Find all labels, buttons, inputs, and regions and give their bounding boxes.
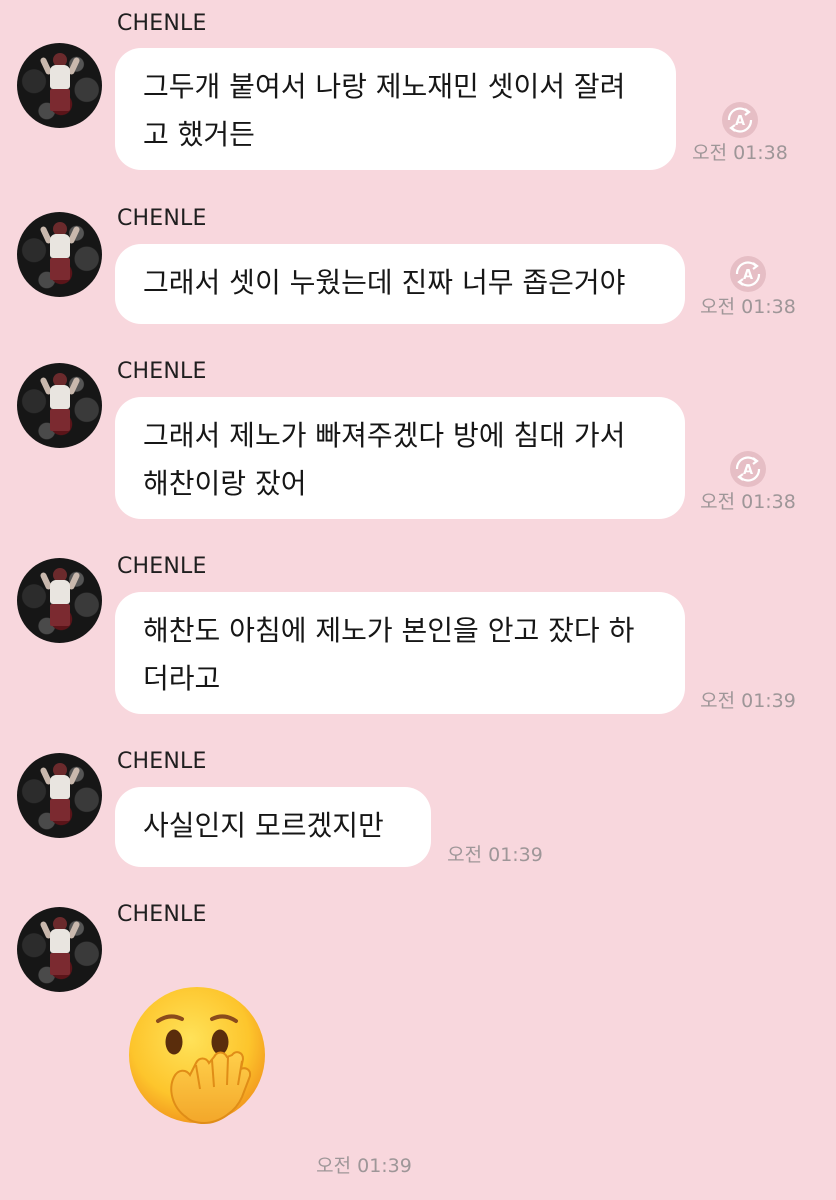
translate-icon[interactable]: A bbox=[728, 449, 768, 489]
sender-name: CHENLE bbox=[117, 902, 207, 927]
message-bubble[interactable]: 그래서 제노가 빠져주겠다 방에 침대 가서 해찬이랑 잤어 bbox=[115, 397, 685, 519]
message-bubble[interactable]: 그래서 셋이 누웠는데 진짜 너무 좁은거야 bbox=[115, 244, 685, 324]
message-meta: 오전 01:39 bbox=[311, 1155, 417, 1177]
message-time: 오전 01:39 bbox=[700, 690, 796, 712]
svg-text:A: A bbox=[743, 463, 753, 478]
message-meta: A 오전 01:38 bbox=[695, 254, 801, 318]
message-bubble[interactable]: 사실인지 모르겠지만 bbox=[115, 787, 431, 867]
svg-text:A: A bbox=[743, 268, 753, 283]
message-time: 오전 01:39 bbox=[447, 844, 543, 866]
avatar[interactable] bbox=[17, 558, 102, 643]
translate-icon[interactable]: A bbox=[728, 254, 768, 294]
message-meta: 오전 01:39 bbox=[695, 690, 801, 712]
sender-name: CHENLE bbox=[117, 359, 207, 384]
chat-room: CHENLE 그두개 붙여서 나랑 제노재민 셋이서 잘려 고 했거든 A 오전… bbox=[0, 0, 836, 1200]
avatar[interactable] bbox=[17, 363, 102, 448]
avatar[interactable] bbox=[17, 212, 102, 297]
sender-name: CHENLE bbox=[117, 554, 207, 579]
message-meta: A 오전 01:38 bbox=[695, 449, 801, 513]
avatar[interactable] bbox=[17, 43, 102, 128]
translate-icon[interactable]: A bbox=[720, 100, 760, 140]
sender-name: CHENLE bbox=[117, 11, 207, 36]
message-bubble[interactable]: 그두개 붙여서 나랑 제노재민 셋이서 잘려 고 했거든 bbox=[115, 48, 676, 170]
face-with-hand-over-mouth-icon[interactable] bbox=[124, 985, 270, 1131]
message-meta: 오전 01:39 bbox=[442, 844, 548, 866]
sender-name: CHENLE bbox=[117, 206, 207, 231]
message-time: 오전 01:38 bbox=[692, 142, 788, 164]
message-time: 오전 01:38 bbox=[700, 491, 796, 513]
message-time: 오전 01:39 bbox=[316, 1155, 412, 1177]
message-meta: A 오전 01:38 bbox=[688, 100, 792, 164]
svg-text:A: A bbox=[735, 114, 745, 129]
message-bubble[interactable]: 해찬도 아침에 제노가 본인을 안고 잤다 하 더라고 bbox=[115, 592, 685, 714]
sender-name: CHENLE bbox=[117, 749, 207, 774]
avatar[interactable] bbox=[17, 753, 102, 838]
avatar[interactable] bbox=[17, 907, 102, 992]
message-time: 오전 01:38 bbox=[700, 296, 796, 318]
